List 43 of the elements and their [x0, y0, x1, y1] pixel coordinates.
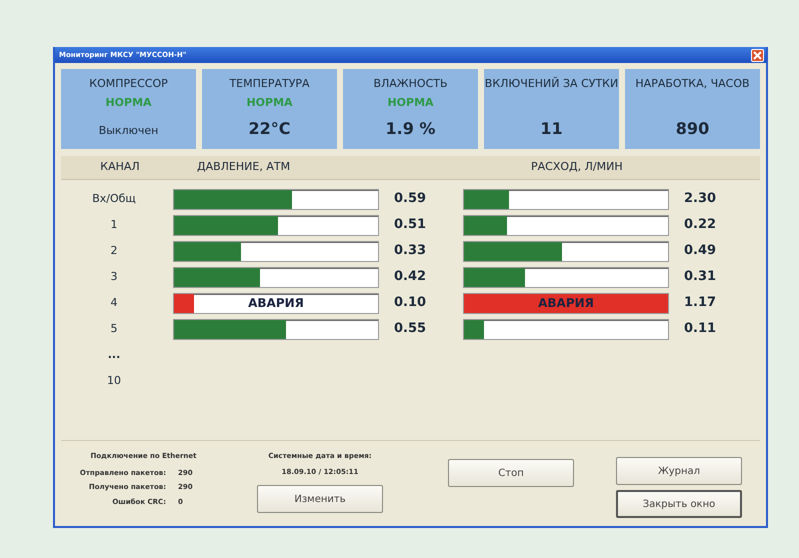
status-text: НОРМА [105, 94, 152, 111]
channel-label: Вх/Общ [91, 190, 137, 207]
tile-label: КОМПРЕССОР [89, 77, 168, 91]
alarm-text: АВАРИЯ [537, 295, 595, 312]
alarm-text: АВАРИЯ [247, 295, 305, 312]
tile-label: ТЕМПЕРАТУРА [229, 77, 310, 91]
tile-value: 1.9 % [386, 118, 436, 140]
channel-label: 2 [110, 242, 118, 259]
channel-label: 3 [110, 268, 118, 285]
channel-label: ... [106, 346, 122, 363]
reading-value: 0.49 [683, 242, 718, 260]
channel-label: 5 [110, 320, 118, 337]
channel-label: 10 [106, 372, 122, 389]
tile-value: 890 [676, 118, 710, 140]
reading-value: 2.30 [683, 190, 718, 208]
reading-value: 0.22 [683, 216, 718, 234]
channel-label: 1 [110, 216, 118, 233]
action-button[interactable]: Журнал [616, 457, 742, 485]
tile-label: ВКЛЮЧЕНИЙ ЗА СУТКИ [484, 77, 618, 91]
column-header: РАСХОД, Л/МИН [530, 159, 623, 176]
reading-value: 0.59 [393, 190, 428, 208]
reading-value: 0.55 [393, 320, 428, 338]
close-button[interactable] [751, 48, 764, 62]
change-button[interactable]: Изменить [257, 485, 383, 513]
action-button[interactable]: Стоп [448, 459, 574, 487]
tile-value: 11 [540, 118, 563, 140]
action-button[interactable]: Закрыть окно [616, 490, 742, 518]
status-text: НОРМА [387, 94, 434, 111]
status-text: НОРМА [246, 94, 293, 111]
tile-value: Выключен [98, 122, 158, 138]
reading-value: 0.33 [393, 242, 428, 260]
reading-value: 0.42 [393, 268, 428, 286]
reading-value: 0.10 [393, 294, 428, 312]
tile-value: 22°C [248, 118, 290, 140]
tile-label: ВЛАЖНОСТЬ [373, 77, 448, 91]
channel-label: 4 [110, 294, 118, 311]
reading-value: 0.31 [683, 268, 718, 286]
reading-value: 1.17 [683, 294, 718, 312]
reading-value: 0.51 [393, 216, 428, 234]
column-header: КАНАЛ [99, 159, 141, 176]
reading-value: 0.11 [683, 320, 718, 338]
column-header: ДАВЛЕНИЕ, АТМ [196, 159, 292, 176]
tile-label: НАРАБОТКА, ЧАСОВ [635, 77, 750, 91]
